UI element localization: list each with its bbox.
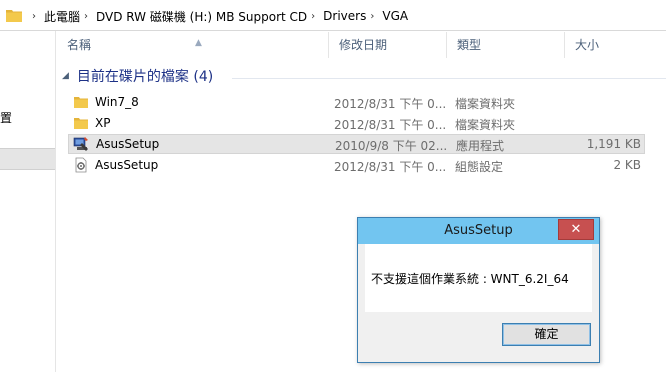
dialog-body: 不支援這個作業系統 : WNT_6.2I_64 [365, 244, 592, 312]
file-row[interactable]: Win7_8 2012/8/31 下午 0... 檔案資料夾 [68, 92, 645, 112]
chevron-right-icon[interactable]: › [370, 11, 374, 22]
setup-app-icon [73, 137, 88, 151]
file-type: 組態設定 [455, 160, 504, 174]
close-button[interactable]: ✕ [558, 219, 594, 240]
file-size: 2 KB [613, 158, 641, 172]
chevron-down-icon[interactable]: ◢ [62, 71, 69, 81]
message-dialog[interactable]: AsusSetup ✕ 不支援這個作業系統 : WNT_6.2I_64 確定 [357, 217, 600, 363]
breadcrumb-dvd-drive[interactable]: DVD RW 磁碟機 (H:) MB Support CD [96, 8, 307, 25]
breadcrumb: › 此電腦 › DVD RW 磁碟機 (H:) MB Support CD › … [28, 8, 408, 24]
file-row[interactable]: AsusSetup 2012/8/31 下午 0... 組態設定 2 KB [68, 155, 645, 175]
file-type: 檔案資料夾 [455, 118, 516, 132]
group-title: 目前在碟片的檔案 (4) [76, 69, 214, 85]
column-header-type[interactable]: 類型 [447, 32, 565, 58]
chevron-right-icon[interactable]: › [84, 11, 88, 22]
ok-button[interactable]: 確定 [502, 323, 591, 346]
file-type: 應用程式 [456, 139, 505, 153]
address-bar[interactable]: › 此電腦 › DVD RW 磁碟機 (H:) MB Support CD › … [0, 0, 666, 31]
dialog-message: 不支援這個作業系統 : WNT_6.2I_64 [371, 272, 569, 286]
nav-item-label[interactable]: 置 [0, 109, 12, 126]
folder-icon [6, 10, 22, 22]
group-divider [232, 78, 666, 79]
column-header-size[interactable]: 大小 [565, 32, 666, 58]
file-name: AsusSetup [95, 158, 159, 172]
column-header-name[interactable]: 名稱 ▲ [57, 32, 329, 58]
column-header-name-label: 名稱 [67, 38, 92, 52]
close-icon: ✕ [570, 222, 582, 237]
column-header-date[interactable]: 修改日期 [329, 32, 447, 58]
breadcrumb-vga[interactable]: VGA [382, 9, 408, 23]
sort-ascending-icon: ▲ [195, 38, 202, 48]
chevron-right-icon[interactable]: › [32, 11, 36, 22]
column-header-size-label: 大小 [575, 38, 600, 52]
nav-item-selected[interactable] [0, 148, 55, 170]
file-name: Win7_8 [95, 95, 139, 109]
file-name: XP [95, 116, 111, 130]
breadcrumb-this-pc[interactable]: 此電腦 [44, 8, 80, 25]
dialog-titlebar[interactable]: AsusSetup ✕ [358, 218, 599, 244]
chevron-right-icon[interactable]: › [311, 11, 315, 22]
file-size: 1,191 KB [586, 137, 641, 151]
config-file-icon [75, 157, 87, 173]
file-date: 2012/8/31 下午 0... [334, 118, 447, 132]
column-headers: 名稱 ▲ 修改日期 類型 大小 [57, 32, 666, 58]
file-name: AsusSetup [96, 137, 160, 151]
file-date: 2012/8/31 下午 0... [334, 97, 447, 111]
file-date: 2010/9/8 下午 02... [335, 139, 448, 153]
file-row-selected[interactable]: AsusSetup 2010/9/8 下午 02... 應用程式 1,191 K… [68, 134, 645, 154]
group-header[interactable]: ◢ 目前在碟片的檔案 (4) [62, 66, 213, 86]
folder-icon [74, 118, 88, 129]
file-type: 檔案資料夾 [455, 97, 516, 111]
folder-icon [74, 97, 88, 108]
breadcrumb-drivers[interactable]: Drivers [323, 9, 366, 23]
navigation-pane[interactable]: 置 [0, 31, 56, 372]
file-date: 2012/8/31 下午 0... [334, 160, 447, 174]
column-header-type-label: 類型 [457, 38, 482, 52]
column-header-date-label: 修改日期 [339, 38, 388, 52]
file-row[interactable]: XP 2012/8/31 下午 0... 檔案資料夾 [68, 113, 645, 133]
